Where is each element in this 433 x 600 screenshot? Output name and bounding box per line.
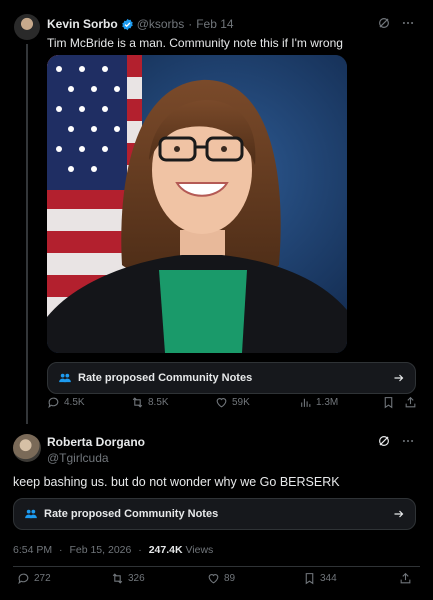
more-icon[interactable]	[401, 16, 415, 30]
bookmark-button[interactable]: 344	[303, 572, 337, 585]
separator-dot: ·	[188, 17, 193, 31]
like-button[interactable]: 89	[207, 572, 235, 585]
repost-icon	[112, 572, 123, 584]
reply-count: 4.5K	[64, 396, 85, 408]
rate-community-notes-button[interactable]: Rate proposed Community Notes	[13, 498, 416, 530]
analytics-icon	[301, 398, 311, 407]
avatar[interactable]	[13, 434, 41, 462]
author-handle[interactable]: @Tgirlcuda	[47, 451, 109, 465]
bookmark-icon[interactable]	[382, 396, 395, 409]
post-top-actions	[377, 434, 415, 448]
post-top-actions	[377, 16, 415, 30]
like-count: 89	[224, 572, 236, 584]
post-text: keep bashing us. but do not wonder why w…	[13, 475, 340, 489]
community-notes-people-icon	[59, 373, 71, 383]
arrow-right-icon	[394, 510, 404, 518]
divider	[13, 566, 420, 567]
like-button[interactable]: 59K	[215, 396, 250, 409]
repost-count: 8.5K	[148, 396, 169, 408]
separator-dot: ·	[59, 544, 63, 556]
post-date[interactable]: Feb 14	[196, 17, 233, 31]
post-header: Kevin Sorbo @ksorbs · Feb 14	[47, 17, 234, 31]
reply-button[interactable]: 4.5K	[47, 396, 85, 409]
repost-count: 326	[128, 572, 145, 584]
avatar[interactable]	[14, 14, 40, 40]
rate-community-notes-button[interactable]: Rate proposed Community Notes	[47, 362, 416, 394]
post-time[interactable]: 6:54 PM	[13, 544, 52, 556]
reply-button[interactable]: 272	[17, 572, 51, 585]
repost-button[interactable]: 326	[111, 572, 145, 585]
reply-icon	[18, 573, 29, 584]
reply-icon	[48, 397, 59, 408]
bookmark-icon	[305, 572, 314, 584]
views-count: 247.4K	[148, 544, 183, 556]
view-count: 1.3M	[316, 396, 339, 408]
repost-button[interactable]: 8.5K	[131, 396, 169, 409]
verified-badge-icon	[121, 18, 133, 30]
author-handle[interactable]: @ksorbs	[137, 17, 185, 31]
grok-icon[interactable]	[377, 16, 391, 30]
repost-icon	[132, 396, 143, 408]
post-text: Tim McBride is a man. Community note thi…	[47, 36, 343, 50]
views-label: Views	[185, 544, 214, 556]
post-photo[interactable]	[47, 55, 347, 353]
share-icon[interactable]	[399, 572, 412, 585]
author-name[interactable]: Kevin Sorbo	[47, 17, 118, 31]
share-icon[interactable]	[404, 396, 417, 409]
reply-count: 272	[34, 572, 51, 584]
post-date[interactable]: Feb 15, 2026	[69, 544, 131, 556]
grok-icon[interactable]	[377, 434, 391, 448]
thread-line	[26, 44, 28, 424]
views-button[interactable]: 1.3M	[299, 396, 338, 409]
heart-icon	[216, 397, 227, 407]
community-notes-people-icon	[25, 509, 37, 519]
heart-icon	[208, 573, 219, 583]
like-count: 59K	[232, 396, 250, 408]
community-notes-label: Rate proposed Community Notes	[78, 372, 253, 384]
arrow-right-icon	[394, 374, 404, 382]
author-name[interactable]: Roberta Dorgano	[47, 435, 145, 449]
more-icon[interactable]	[401, 434, 415, 448]
portrait-image	[47, 55, 347, 353]
separator-dot: ·	[138, 544, 142, 556]
bookmark-count: 344	[320, 572, 337, 584]
community-notes-label: Rate proposed Community Notes	[44, 508, 219, 520]
post-metadata: 6:54 PM · Feb 15, 2026 · 247.4K Views	[13, 544, 213, 556]
post-header: Roberta Dorgano @Tgirlcuda	[47, 435, 145, 465]
